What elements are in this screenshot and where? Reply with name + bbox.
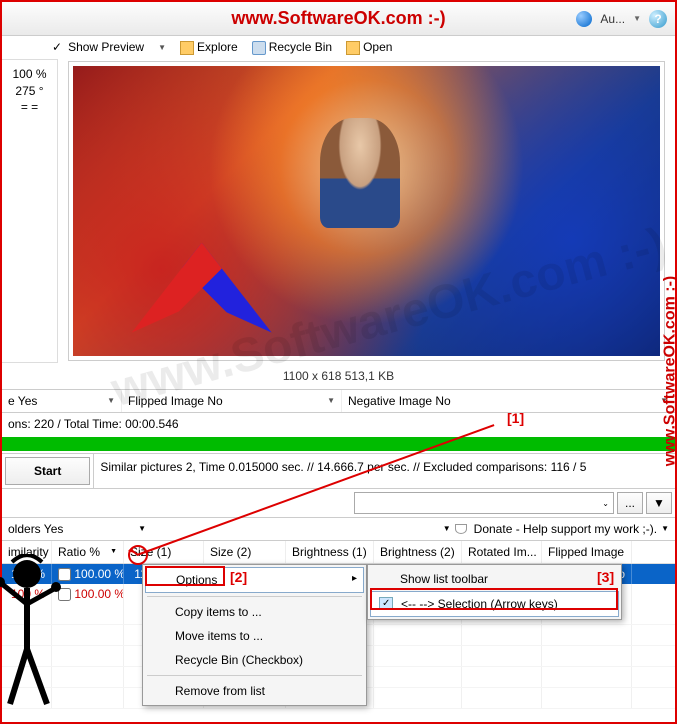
- menu-copy[interactable]: Copy items to ...: [145, 600, 364, 624]
- coffee-icon: [455, 524, 467, 534]
- more-button[interactable]: ▼: [646, 492, 672, 514]
- col-brightness1[interactable]: Brightness (1): [286, 541, 374, 563]
- menu-remove[interactable]: Remove from list: [145, 679, 364, 703]
- donate-link[interactable]: ▼Donate - Help support my work ;-). ▼: [437, 518, 675, 540]
- col-ratio[interactable]: Ratio %▼: [52, 541, 124, 563]
- menu-separator: [147, 675, 362, 676]
- menu-selection-arrows[interactable]: <-- --> Selection (Arrow keys): [370, 591, 619, 617]
- menu-separator: [147, 596, 362, 597]
- open-button[interactable]: Open: [346, 40, 392, 55]
- progress-bar: [2, 437, 675, 451]
- filter-yes[interactable]: e Yes▼: [2, 390, 122, 412]
- similarity-percent: 100 %: [8, 66, 51, 83]
- folder-icon: [180, 41, 194, 55]
- row-checkbox[interactable]: [58, 588, 71, 601]
- cell: 100.00 %: [52, 584, 124, 604]
- recycle-bin-button[interactable]: Recycle Bin: [252, 40, 332, 55]
- start-info: Similar pictures 2, Time 0.015000 sec. /…: [93, 454, 675, 488]
- col-rotated[interactable]: Rotated Im...: [462, 541, 542, 563]
- col-size1[interactable]: Size (1): [124, 541, 204, 563]
- menu-show-toolbar[interactable]: Show list toolbar: [370, 567, 619, 591]
- open-icon: [346, 41, 360, 55]
- table-header: imilarity Ratio %▼ Size (1) Size (2) Bri…: [2, 541, 675, 564]
- cell: 100.00 %: [52, 564, 124, 584]
- col-similarity[interactable]: imilarity: [2, 541, 52, 563]
- chevron-down-icon[interactable]: ▼: [633, 14, 641, 23]
- filter-row: e Yes▼ Flipped Image No▼ Negative Image …: [2, 389, 675, 413]
- start-button[interactable]: Start: [5, 457, 90, 485]
- context-menu: Options Copy items to ... Move items to …: [142, 564, 367, 706]
- menu-options[interactable]: Options: [145, 567, 364, 593]
- cell: 100 %: [2, 564, 52, 584]
- preview-image: [73, 66, 660, 356]
- context-submenu: Show list toolbar <-- --> Selection (Arr…: [367, 564, 622, 620]
- chevron-down-icon[interactable]: ▼: [158, 43, 166, 52]
- row-checkbox[interactable]: [58, 568, 71, 581]
- help-button[interactable]: ?: [649, 10, 667, 28]
- explore-button[interactable]: Explore: [180, 40, 238, 55]
- preview-area: 100 % 275 ° = =: [2, 59, 675, 363]
- titlebar: Au... ▼ ?: [2, 2, 675, 36]
- col-brightness2[interactable]: Brightness (2): [374, 541, 462, 563]
- browse-button[interactable]: ...: [617, 492, 643, 514]
- path-combo[interactable]: ⌄: [354, 492, 614, 514]
- start-row: Start Similar pictures 2, Time 0.015000 …: [2, 453, 675, 489]
- subheader: olders Yes▼ ▼Donate - Help support my wo…: [2, 517, 675, 541]
- filter-negative[interactable]: Negative Image No▼: [342, 390, 675, 412]
- col-flipped[interactable]: Flipped Image: [542, 541, 632, 563]
- preview-caption: 1100 x 618 513,1 KB: [2, 363, 675, 389]
- language-selector[interactable]: Au...: [600, 12, 625, 26]
- col-size2[interactable]: Size (2): [204, 541, 286, 563]
- status-line: ons: 220 / Total Time: 00:00.546: [2, 413, 675, 435]
- show-preview-toggle[interactable]: Show Preview: [52, 40, 144, 54]
- filter-flipped[interactable]: Flipped Image No▼: [122, 390, 342, 412]
- preview-image-wrap: [68, 61, 665, 361]
- menu-move[interactable]: Move items to ...: [145, 624, 364, 648]
- preview-stats: 100 % 275 ° = =: [2, 59, 58, 363]
- preview-toolbar: Show Preview ▼ Explore Recycle Bin Open: [2, 36, 675, 59]
- subfolders-toggle[interactable]: olders Yes▼: [2, 518, 152, 540]
- combo-row: ⌄ ... ▼: [2, 489, 675, 517]
- equals-indicator: = =: [8, 99, 51, 116]
- recycle-icon: [252, 41, 266, 55]
- rotation-angle: 275 °: [8, 83, 51, 100]
- globe-icon: [576, 11, 592, 27]
- cell: 100 %: [2, 584, 52, 604]
- menu-recycle[interactable]: Recycle Bin (Checkbox): [145, 648, 364, 672]
